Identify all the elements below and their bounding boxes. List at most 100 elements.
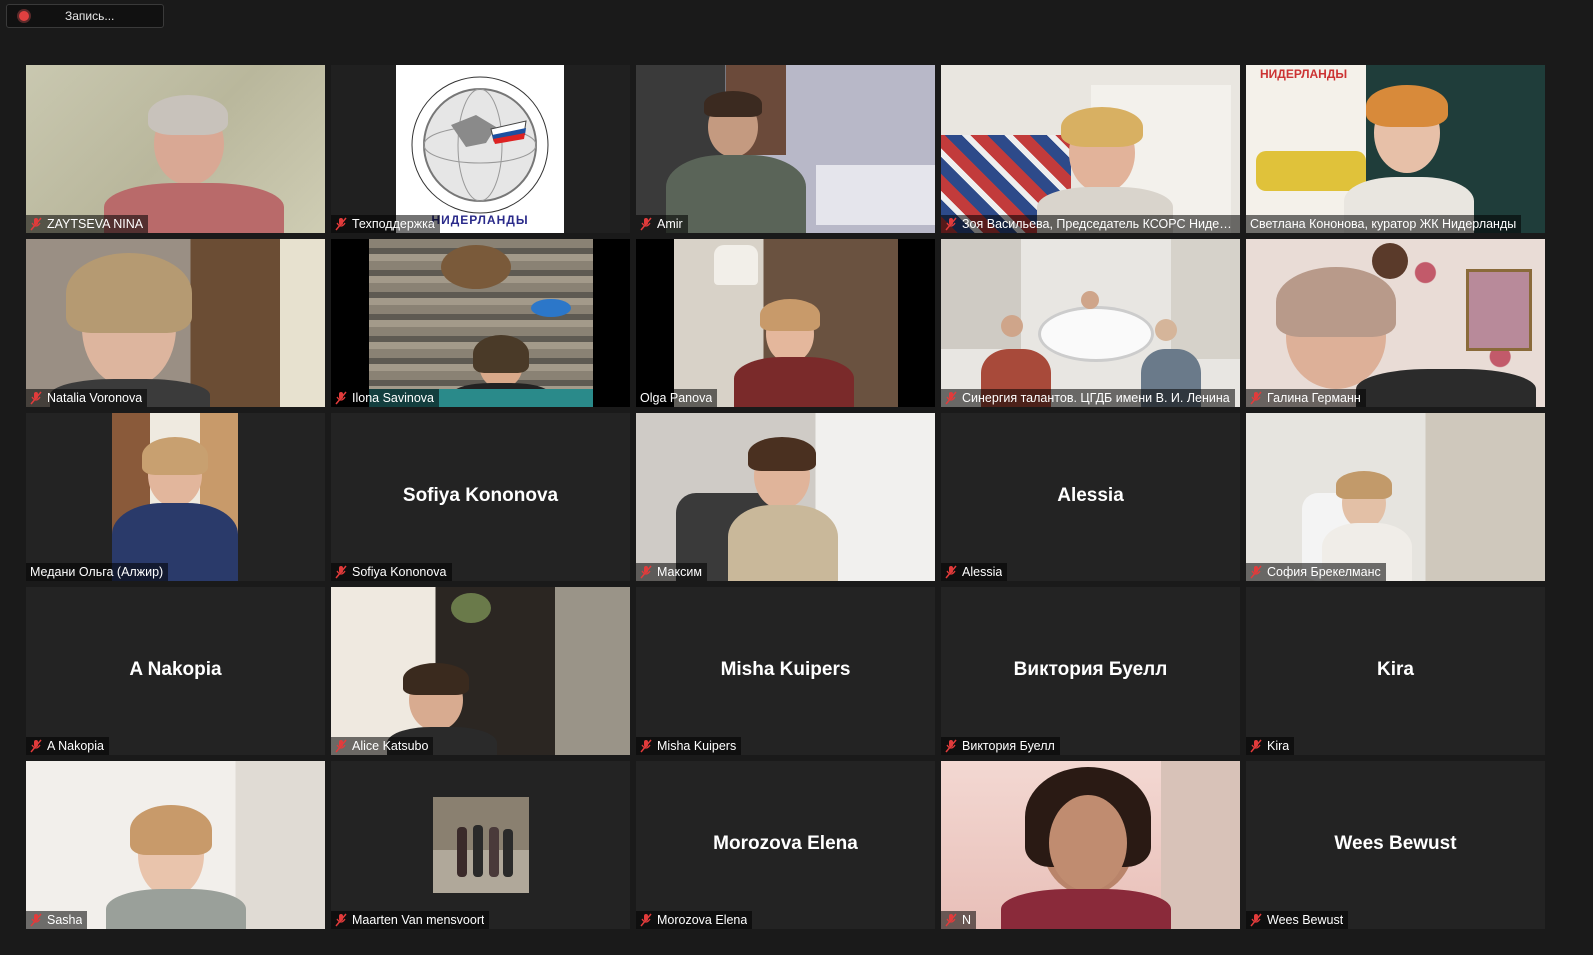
video-feed — [26, 65, 325, 233]
participant-label: A Nakopia — [26, 737, 109, 755]
participant-tile-active-speaker[interactable]: НИДЕРЛАНДЫ Светлана Кононова, куратор ЖК… — [1246, 65, 1545, 233]
mic-muted-icon — [945, 217, 957, 231]
mic-muted-icon — [335, 217, 347, 231]
mic-muted-icon — [640, 217, 652, 231]
participant-tile[interactable]: Медани Ольга (Алжир) — [26, 413, 325, 581]
mic-muted-icon — [1250, 913, 1262, 927]
video-feed — [941, 761, 1240, 929]
participant-tile[interactable]: ZAYTSEVA NINA — [26, 65, 325, 233]
participant-label: Misha Kuipers — [636, 737, 742, 755]
mic-muted-icon — [30, 217, 42, 231]
participant-label: Olga Panova — [636, 389, 718, 407]
participant-tile[interactable]: Misha Kuipers Misha Kuipers — [636, 587, 935, 755]
video-feed — [1246, 239, 1545, 407]
participant-tile[interactable]: Alessia Alessia — [941, 413, 1240, 581]
participant-label: N — [941, 911, 977, 929]
mic-muted-icon — [945, 565, 957, 579]
video-feed — [941, 239, 1240, 407]
participant-label: Синергия талантов. ЦГДБ имени В. И. Лени… — [941, 389, 1235, 407]
participant-label: Галина Германн — [1246, 389, 1366, 407]
participant-label: Sofiya Kononova — [331, 563, 452, 581]
mic-muted-icon — [1250, 391, 1262, 405]
participant-label: Светлана Кононова, куратор ЖК Нидерланды — [1246, 215, 1522, 233]
participant-tile[interactable]: Виктория Буелл Виктория Буелл — [941, 587, 1240, 755]
participant-label: Maarten Van mensvoort — [331, 911, 490, 929]
participant-tile[interactable]: Morozova Elena Morozova Elena — [636, 761, 935, 929]
participant-label: София Брекелманс — [1246, 563, 1386, 581]
mic-muted-icon — [945, 739, 957, 753]
participant-display-name: Morozova Elena — [713, 833, 858, 854]
participant-tile[interactable]: Kira Kira — [1246, 587, 1545, 755]
participant-display-name: Misha Kuipers — [720, 659, 851, 680]
participant-label: Техподдержка — [331, 215, 440, 233]
participant-tile[interactable]: Olga Panova — [636, 239, 935, 407]
participant-tile[interactable]: A Nakopia A Nakopia — [26, 587, 325, 755]
video-feed — [636, 413, 935, 581]
participant-display-name: Виктория Буелл — [1013, 659, 1168, 680]
participant-display-name: A Nakopia — [129, 659, 222, 680]
mic-muted-icon — [30, 391, 42, 405]
record-icon — [19, 11, 29, 21]
participant-label: Виктория Буелл — [941, 737, 1060, 755]
mic-muted-icon — [640, 565, 652, 579]
mic-muted-icon — [335, 913, 347, 927]
video-feed — [331, 761, 630, 929]
mic-muted-icon — [1250, 739, 1262, 753]
participant-label: Natalia Voronova — [26, 389, 148, 407]
participant-tile[interactable]: N — [941, 761, 1240, 929]
video-feed — [331, 587, 630, 755]
video-feed: НИДЕРЛАНДЫ — [1246, 65, 1545, 233]
globe-logo-icon — [411, 76, 549, 214]
participant-label: Ilona Savinova — [331, 389, 440, 407]
participant-display-name: Alessia — [1057, 485, 1124, 506]
banner-text: НИДЕРЛАНДЫ — [1260, 67, 1348, 81]
video-feed — [331, 239, 630, 407]
participant-tile[interactable]: Галина Германн — [1246, 239, 1545, 407]
video-feed — [636, 65, 935, 233]
video-feed — [26, 239, 325, 407]
mic-muted-icon — [1250, 565, 1262, 579]
participant-label: Amir — [636, 215, 688, 233]
participant-tile[interactable]: Ilona Savinova — [331, 239, 630, 407]
participant-display-name: Kira — [1377, 659, 1414, 680]
participant-tile[interactable]: Зоя Васильева, Председатель КСОРС Нидер.… — [941, 65, 1240, 233]
participant-tile[interactable]: Wees Bewust Wees Bewust — [1246, 761, 1545, 929]
participant-label: Максим — [636, 563, 707, 581]
participant-label: Sasha — [26, 911, 88, 929]
participant-display-name: Wees Bewust — [1334, 833, 1457, 854]
video-feed — [636, 239, 935, 407]
mic-muted-icon — [30, 913, 42, 927]
participant-tile[interactable]: НИДЕРЛАНДЫ Техподдержка — [331, 65, 630, 233]
mic-muted-icon — [640, 739, 652, 753]
participant-tile[interactable]: Natalia Voronova — [26, 239, 325, 407]
participant-label: ZAYTSEVA NINA — [26, 215, 149, 233]
logo-feed: НИДЕРЛАНДЫ — [331, 65, 630, 233]
mic-muted-icon — [945, 391, 957, 405]
participant-tile[interactable]: Максим — [636, 413, 935, 581]
mic-muted-icon — [335, 739, 347, 753]
participant-label: Alessia — [941, 563, 1008, 581]
video-feed — [26, 761, 325, 929]
participant-display-name: Sofiya Kononova — [402, 485, 559, 506]
participant-tile[interactable]: София Брекелманс — [1246, 413, 1545, 581]
mic-muted-icon — [335, 391, 347, 405]
participant-tile[interactable]: Sasha — [26, 761, 325, 929]
participant-tile[interactable]: Maarten Van mensvoort — [331, 761, 630, 929]
participant-label: Alice Katsubo — [331, 737, 434, 755]
mic-muted-icon — [30, 739, 42, 753]
recording-indicator[interactable]: Запись... — [6, 4, 164, 28]
participant-tile[interactable]: Синергия талантов. ЦГДБ имени В. И. Лени… — [941, 239, 1240, 407]
participant-tile[interactable]: Amir — [636, 65, 935, 233]
participant-tile[interactable]: Sofiya Kononova Sofiya Kononova — [331, 413, 630, 581]
video-feed — [26, 413, 325, 581]
mic-muted-icon — [640, 913, 652, 927]
mic-muted-icon — [335, 565, 347, 579]
participant-label: Kira — [1246, 737, 1295, 755]
recording-label: Запись... — [65, 9, 115, 23]
video-feed — [1246, 413, 1545, 581]
video-feed — [941, 65, 1240, 233]
participant-tile[interactable]: Alice Katsubo — [331, 587, 630, 755]
participant-label: Зоя Васильева, Председатель КСОРС Нидер.… — [941, 215, 1240, 233]
participant-label: Wees Bewust — [1246, 911, 1349, 929]
participant-label: Morozova Elena — [636, 911, 753, 929]
